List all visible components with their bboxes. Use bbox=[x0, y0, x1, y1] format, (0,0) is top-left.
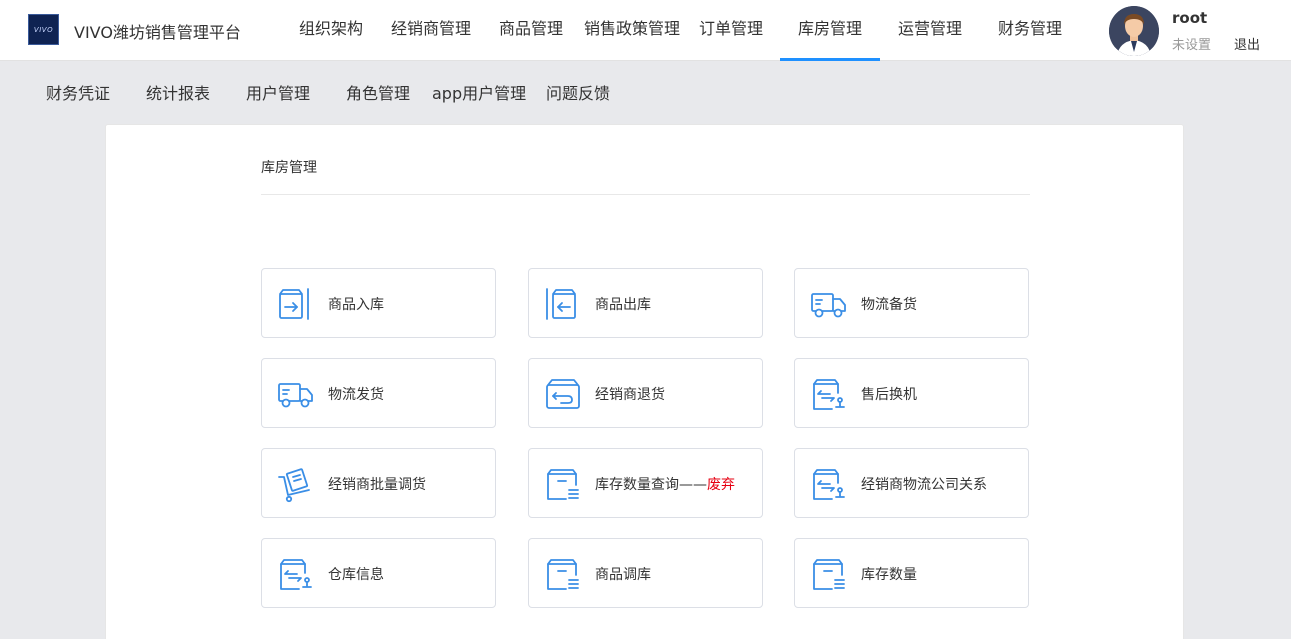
tile-dealer-logistics-relation[interactable]: 经销商物流公司关系 bbox=[794, 448, 1029, 518]
tile-label: 仓库信息 bbox=[328, 567, 384, 583]
tile-inventory-quantity[interactable]: 库存数量 bbox=[794, 538, 1029, 608]
deprecated-tag: 废弃 bbox=[707, 477, 735, 493]
logout-link[interactable]: 退出 bbox=[1234, 34, 1260, 53]
cart-icon bbox=[278, 468, 310, 503]
tile-dealer-batch-transfer[interactable]: 经销商批量调货 bbox=[261, 448, 496, 518]
tile-logistics-prepare[interactable]: 物流备货 bbox=[794, 268, 1029, 338]
nav-sales-policy[interactable]: 销售政策管理 bbox=[583, 0, 681, 61]
subnav-feedback[interactable]: 问题反馈 bbox=[546, 80, 610, 104]
tile-label: 商品入库 bbox=[328, 297, 384, 313]
exchange-icon bbox=[280, 559, 312, 590]
divider bbox=[261, 194, 1030, 195]
exchange-icon bbox=[813, 469, 845, 500]
inventory-box-icon bbox=[547, 559, 579, 590]
top-header: VIVO VIVO潍坊销售管理平台 组织架构 经销商管理 商品管理 销售政策管理… bbox=[0, 0, 1291, 61]
nav-org-structure[interactable]: 组织架构 bbox=[298, 0, 364, 61]
tile-stock-in[interactable]: 商品入库 bbox=[261, 268, 496, 338]
truck-icon bbox=[811, 293, 846, 318]
exchange-icon bbox=[813, 379, 845, 410]
tile-label: 商品出库 bbox=[595, 297, 651, 313]
nav-order-management[interactable]: 订单管理 bbox=[698, 0, 764, 61]
subnav-user-management[interactable]: 用户管理 bbox=[246, 80, 310, 104]
subnav-app-user-management[interactable]: app用户管理 bbox=[432, 80, 526, 104]
tile-label: 物流发货 bbox=[328, 387, 384, 403]
user-name: root bbox=[1172, 9, 1208, 27]
truck-icon bbox=[278, 383, 313, 408]
tile-stock-out[interactable]: 商品出库 bbox=[528, 268, 763, 338]
nav-finance-management[interactable]: 财务管理 bbox=[997, 0, 1063, 61]
tile-dealer-return[interactable]: 经销商退货 bbox=[528, 358, 763, 428]
app-title: VIVO潍坊销售管理平台 bbox=[74, 23, 241, 42]
tile-label: 售后换机 bbox=[861, 387, 917, 403]
subnav-statistics-report[interactable]: 统计报表 bbox=[146, 80, 210, 104]
tile-product-transfer[interactable]: 商品调库 bbox=[528, 538, 763, 608]
tile-inventory-query-deprecated[interactable]: 库存数量查询——废弃 bbox=[528, 448, 763, 518]
nav-dealer-management[interactable]: 经销商管理 bbox=[390, 0, 472, 61]
user-setting-link[interactable]: 未设置 bbox=[1172, 34, 1211, 53]
vivo-logo: VIVO bbox=[28, 14, 59, 45]
section-title: 库房管理 bbox=[261, 160, 317, 176]
tile-label: 经销商批量调货 bbox=[328, 477, 426, 493]
nav-operations-management[interactable]: 运营管理 bbox=[897, 0, 963, 61]
inventory-box-icon bbox=[813, 559, 845, 590]
tile-label: 物流备货 bbox=[861, 297, 917, 313]
tile-label: 商品调库 bbox=[595, 567, 651, 583]
subnav-role-management[interactable]: 角色管理 bbox=[346, 80, 410, 104]
tile-label: 经销商退货 bbox=[595, 387, 665, 403]
user-avatar[interactable] bbox=[1109, 6, 1159, 56]
box-return-icon bbox=[546, 379, 580, 409]
tile-label: 经销商物流公司关系 bbox=[861, 477, 987, 493]
subnav-financial-voucher[interactable]: 财务凭证 bbox=[46, 80, 110, 104]
inventory-box-icon bbox=[547, 469, 579, 500]
tile-logistics-ship[interactable]: 物流发货 bbox=[261, 358, 496, 428]
tile-label: 库存数量 bbox=[861, 567, 917, 583]
tile-label: 库存数量查询——废弃 bbox=[595, 477, 735, 493]
tile-warehouse-info[interactable]: 仓库信息 bbox=[261, 538, 496, 608]
nav-product-management[interactable]: 商品管理 bbox=[498, 0, 564, 61]
main-card: 库房管理 商品入库 商品出库 物流备货 物流发货 经销商退货 售后换机 经销商批… bbox=[105, 124, 1184, 639]
nav-warehouse-management[interactable]: 库房管理 bbox=[780, 0, 880, 61]
tile-after-sales-exchange[interactable]: 售后换机 bbox=[794, 358, 1029, 428]
box-in-icon bbox=[279, 288, 309, 320]
box-out-icon bbox=[546, 288, 576, 320]
